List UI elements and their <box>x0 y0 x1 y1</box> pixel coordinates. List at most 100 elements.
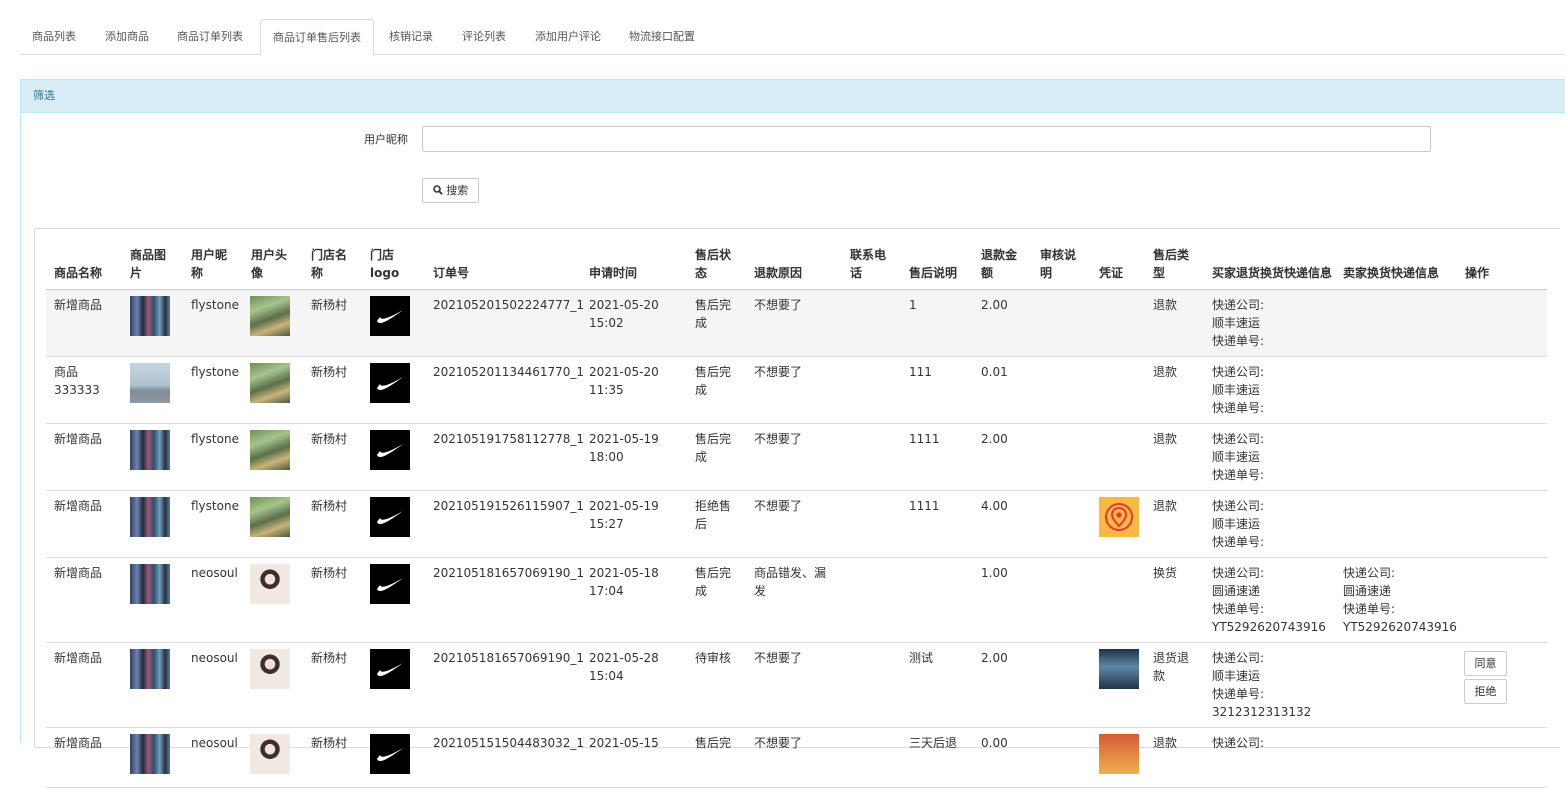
tab-verification-records[interactable]: 核销记录 <box>377 19 445 55</box>
buyer-company-label: 快递公司: <box>1212 298 1265 312</box>
product-image[interactable] <box>130 649 170 689</box>
tab-product-list[interactable]: 商品列表 <box>20 19 88 55</box>
header-refund-amount: 退款金额 <box>981 248 1018 280</box>
cell-product-name: 新增商品 <box>54 651 103 665</box>
cell-after-sale-type: 退款 <box>1153 736 1178 750</box>
cell-order-no: 202105201502224777_1 <box>433 298 585 312</box>
nike-swoosh-icon <box>377 310 403 324</box>
approve-button[interactable]: 同意 <box>1464 651 1507 676</box>
store-logo[interactable] <box>370 363 410 403</box>
cell-buyer-express: 快递公司: 顺丰速运 快递单号: <box>1212 363 1264 417</box>
store-logo[interactable] <box>370 497 410 537</box>
cell-after-sale-status: 售后完 <box>695 736 732 750</box>
buyer-no-label: 快递单号: <box>1212 468 1265 482</box>
user-avatar[interactable] <box>250 497 290 537</box>
store-logo[interactable] <box>370 430 410 470</box>
cell-apply-time: 2021-05-20 11:35 <box>589 363 659 399</box>
header-user-avatar: 用户头像 <box>251 248 288 280</box>
reject-button[interactable]: 拒绝 <box>1464 679 1507 704</box>
apply-date: 2021-05-20 <box>589 298 659 312</box>
buyer-no-label: 快递单号: <box>1212 535 1265 549</box>
user-avatar[interactable] <box>250 430 290 470</box>
cell-order-no: 202105201134461770_1 <box>433 365 585 379</box>
cell-after-sale-type: 退款 <box>1153 365 1178 379</box>
tab-after-sale-list[interactable]: 商品订单售后列表 <box>260 19 374 56</box>
cell-buyer-express: 快递公司: <box>1212 734 1264 752</box>
header-audit-desc: 审核说明 <box>1040 248 1077 280</box>
header-product-image: 商品图片 <box>130 248 167 280</box>
cell-order-no: 202105191526115907_1 <box>433 499 585 513</box>
tab-add-product[interactable]: 添加商品 <box>93 19 161 55</box>
cell-after-sale-desc: 1111 <box>909 499 940 513</box>
search-button-label: 搜索 <box>446 184 469 197</box>
header-user-nickname: 用户昵称 <box>191 248 228 280</box>
cell-apply-time: 2021-05-19 15:27 <box>589 497 659 533</box>
cell-store-name: 新杨村 <box>311 365 348 379</box>
product-image[interactable] <box>130 296 170 336</box>
apply-clock: 15:27 <box>589 517 624 531</box>
buyer-company: 顺丰速运 <box>1212 450 1261 464</box>
cell-after-sale-status: 待审核 <box>695 651 732 665</box>
cell-refund-reason: 不想要了 <box>754 651 803 665</box>
cell-refund-amount: 2.00 <box>981 651 1008 665</box>
product-image[interactable] <box>130 430 170 470</box>
cell-store-name: 新杨村 <box>311 298 348 312</box>
cell-store-name: 新杨村 <box>311 736 348 750</box>
tab-comment-list[interactable]: 评论列表 <box>450 19 518 55</box>
apply-clock: 17:04 <box>589 584 624 598</box>
table-header: 商品名称 商品图片 用户昵称 用户头像 门店名称 门店logo 订单号 申请时间… <box>46 229 1547 290</box>
buyer-company: 顺丰速运 <box>1212 383 1261 397</box>
apply-date: 2021-05-19 <box>589 432 659 446</box>
apply-date: 2021-05-15 <box>589 736 659 750</box>
buyer-company: 顺丰速运 <box>1212 669 1261 683</box>
table-row: 新增商品 neosoul 新杨村 202105181657069190_1 20… <box>46 558 1547 643</box>
search-button[interactable]: 搜索 <box>422 178 479 203</box>
header-store-logo: 门店logo <box>370 248 400 280</box>
filter-panel: 筛选 用户昵称 搜索 商品名称 商品图片 用户昵称 用户头像 门店名称 门店lo… <box>20 79 1565 788</box>
voucher-image[interactable] <box>1099 734 1139 774</box>
product-image[interactable] <box>130 564 170 604</box>
header-after-sale-desc: 售后说明 <box>909 266 958 280</box>
nike-swoosh-icon <box>377 748 403 762</box>
buyer-no: 3212312313132 <box>1212 705 1312 719</box>
cell-user-nickname: neosoul <box>191 736 238 750</box>
cell-refund-reason: 不想要了 <box>754 432 803 446</box>
product-image[interactable] <box>130 734 170 774</box>
store-logo[interactable] <box>370 564 410 604</box>
cell-store-name: 新杨村 <box>311 651 348 665</box>
store-logo[interactable] <box>370 734 410 774</box>
buyer-company: 顺丰速运 <box>1212 316 1261 330</box>
user-avatar[interactable] <box>250 296 290 336</box>
cell-refund-amount: 1.00 <box>981 566 1008 580</box>
user-avatar[interactable] <box>250 649 290 689</box>
cell-apply-time: 2021-05-28 15:04 <box>589 649 659 685</box>
cell-after-sale-type: 退货退款 <box>1153 651 1190 683</box>
voucher-image[interactable] <box>1099 649 1139 689</box>
cell-user-nickname: flystone <box>191 365 239 379</box>
nike-swoosh-icon <box>377 377 403 391</box>
cell-refund-amount: 2.00 <box>981 432 1008 446</box>
cell-after-sale-status: 售后完成 <box>695 566 732 598</box>
tab-add-user-comment[interactable]: 添加用户评论 <box>523 19 613 55</box>
cell-order-no: 202105151504483032_1 <box>433 736 585 750</box>
cell-after-sale-desc: 测试 <box>909 651 934 665</box>
cell-refund-amount: 4.00 <box>981 499 1008 513</box>
tab-logistics-config[interactable]: 物流接口配置 <box>617 19 707 55</box>
user-avatar[interactable] <box>250 363 290 403</box>
buyer-company: 顺丰速运 <box>1212 517 1261 531</box>
product-image[interactable] <box>130 497 170 537</box>
table-row: 新增商品 flystone 新杨村 202105191526115907_1 2… <box>46 491 1547 558</box>
voucher-image[interactable] <box>1099 497 1139 537</box>
product-image[interactable] <box>130 363 170 403</box>
store-logo[interactable] <box>370 649 410 689</box>
tab-order-list[interactable]: 商品订单列表 <box>165 19 255 55</box>
store-logo[interactable] <box>370 296 410 336</box>
user-avatar[interactable] <box>250 564 290 604</box>
nickname-input[interactable] <box>422 126 1431 152</box>
cell-product-name: 新增商品 <box>54 432 103 446</box>
cell-user-nickname: flystone <box>191 432 239 446</box>
apply-clock: 15:02 <box>589 316 624 330</box>
cell-order-no: 202105181657069190_1 <box>433 651 585 665</box>
user-avatar[interactable] <box>250 734 290 774</box>
cell-buyer-express: 快递公司: 顺丰速运 快递单号: <box>1212 430 1264 484</box>
